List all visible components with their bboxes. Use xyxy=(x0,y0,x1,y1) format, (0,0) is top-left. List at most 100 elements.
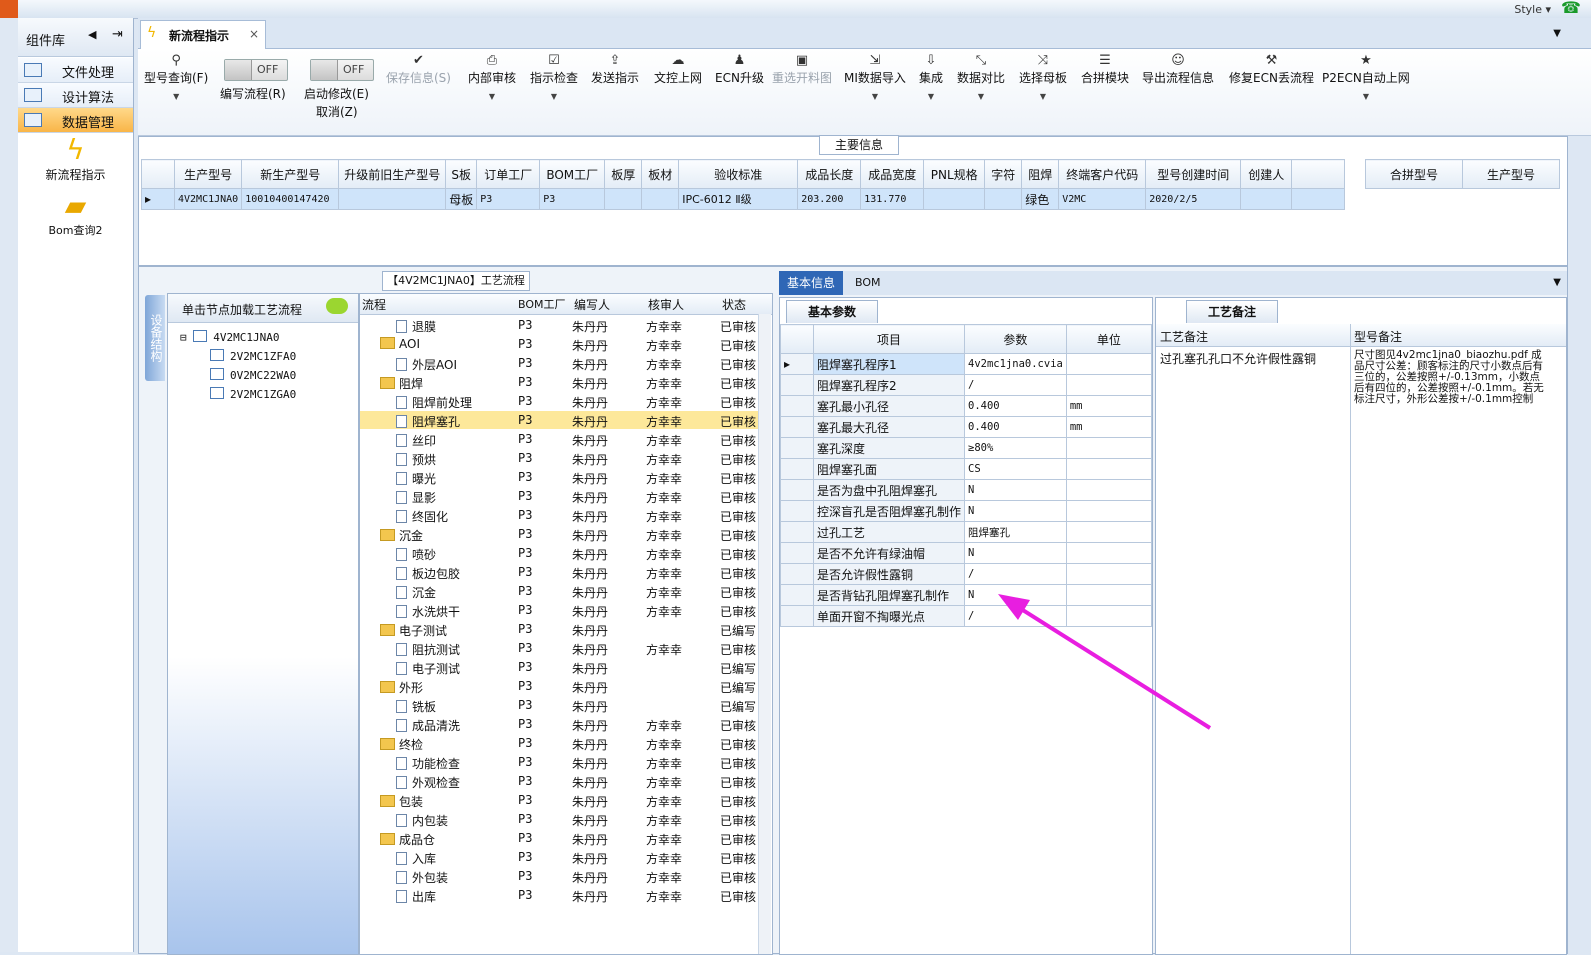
param-row[interactable]: 单面开窗不掏曝光点 / xyxy=(780,605,1152,627)
tree-node-child[interactable]: 2V2MC1ZGA0 xyxy=(210,387,296,401)
flow-row[interactable]: 阻抗测试 P3 朱丹丹 方幸幸 已审核 xyxy=(360,639,760,657)
flow-scrollbar[interactable] xyxy=(758,314,771,954)
col-header[interactable]: 单位 xyxy=(1065,324,1152,354)
cell[interactable] xyxy=(641,188,680,210)
flow-row[interactable]: 入库 P3 朱丹丹 方幸幸 已审核 xyxy=(360,848,760,866)
param-row[interactable]: 阻焊塞孔程序2/ xyxy=(780,374,1152,396)
mi-import-button[interactable]: ⇲ MI数据导入 ▼ xyxy=(844,53,906,101)
cell[interactable]: 4V2MC1JNA0 xyxy=(173,188,243,210)
flow-row[interactable]: 丝印 P3 朱丹丹 方幸幸 已审核 xyxy=(360,430,760,448)
cell[interactable] xyxy=(1240,188,1293,210)
flow-row[interactable]: 成品仓 P3 朱丹丹 方幸幸 已审核 xyxy=(360,829,760,847)
col-header[interactable]: 成品宽度 xyxy=(860,159,925,189)
param-value-cell[interactable]: N xyxy=(964,479,1067,501)
cell[interactable]: P3 xyxy=(539,188,606,210)
comp-item-data[interactable]: 数据管理 xyxy=(18,108,133,133)
col-header[interactable]: 合拼型号 xyxy=(1365,159,1463,189)
table-row[interactable]: ▸ 4V2MC1JNA0 10010400147420 母板 P3 P3 IPC… xyxy=(141,188,1346,210)
param-row[interactable]: 是否不允许有绿油帽 N xyxy=(780,542,1152,564)
cell[interactable] xyxy=(923,188,986,210)
tree-node-root[interactable]: ⊟ 4V2MC1JNA0 xyxy=(180,330,279,344)
flow-row[interactable]: 外层AOI P3 朱丹丹 方幸幸 已审核 xyxy=(360,354,760,372)
param-value-cell[interactable]: / xyxy=(964,563,1067,585)
fix-ecn-button[interactable]: ⚒ 修复ECN丢流程 xyxy=(1229,53,1314,86)
param-value-cell[interactable]: 4v2mc1jna0.cvia xyxy=(964,353,1067,375)
col-header[interactable]: 生产型号 xyxy=(1462,159,1560,189)
flow-row[interactable]: 外包装 P3 朱丹丹 方幸幸 已审核 xyxy=(360,867,760,885)
process-remark-text[interactable]: 过孔塞孔孔口不允许假性露铜 xyxy=(1160,350,1338,367)
save-info-button[interactable]: ✔ 保存信息(S) xyxy=(386,53,451,86)
send-instruction-button[interactable]: ⇪ 发送指示 xyxy=(591,53,639,86)
flow-row[interactable]: 沉金 P3 朱丹丹 方幸幸 已审核 xyxy=(360,582,760,600)
comp-item-algorithm[interactable]: 设计算法 xyxy=(18,83,133,108)
flow-row[interactable]: 退膜 P3 朱丹丹 方幸幸 已审核 xyxy=(360,316,760,334)
select-drawing-button[interactable]: ▣ 重选开料图 xyxy=(772,53,832,86)
param-row[interactable]: 塞孔深度 ≥80% xyxy=(780,437,1152,459)
col-header[interactable]: S板 xyxy=(445,159,478,189)
cell[interactable] xyxy=(338,188,447,210)
flow-row[interactable]: 外形 P3 朱丹丹 已编写 xyxy=(360,677,760,695)
cell[interactable]: 203.200 xyxy=(797,188,862,210)
col-header[interactable]: 升级前旧生产型号 xyxy=(338,159,447,189)
flow-row[interactable]: 阻焊塞孔 P3 朱丹丹 方幸幸 已审核 xyxy=(360,411,760,429)
param-row[interactable]: 塞孔最大孔径 0.400 mm xyxy=(780,416,1152,438)
flow-row[interactable]: AOI P3 朱丹丹 方幸幸 已审核 xyxy=(360,335,760,353)
param-value-cell[interactable]: N xyxy=(964,584,1067,606)
flow-row[interactable]: 功能检查 P3 朱丹丹 方幸幸 已审核 xyxy=(360,753,760,771)
export-flow-button[interactable]: ☺ 导出流程信息 xyxy=(1142,53,1214,86)
doc-upload-button[interactable]: ☁ 文控上网 xyxy=(654,53,702,86)
param-value-cell[interactable]: / xyxy=(964,605,1067,627)
cell[interactable] xyxy=(604,188,643,210)
col-header[interactable]: 验收标准 xyxy=(678,159,799,189)
tab-bom[interactable]: BOM xyxy=(855,276,881,289)
cancel-button[interactable]: 取消(Z) xyxy=(316,103,358,120)
flow-row[interactable]: 板边包胶 P3 朱丹丹 方幸幸 已审核 xyxy=(360,563,760,581)
ecn-upgrade-button[interactable]: ♟ ECN升级 xyxy=(715,53,764,86)
tab-basic-info[interactable]: 基本信息 xyxy=(779,271,843,295)
param-value-cell[interactable]: / xyxy=(964,374,1067,396)
data-compare-button[interactable]: ⤡ 数据对比 ▼ xyxy=(957,53,1005,101)
col-header[interactable]: 项目 xyxy=(812,324,966,354)
col-header[interactable]: 阻焊 xyxy=(1021,159,1060,189)
col-header[interactable]: 流程 xyxy=(362,296,386,313)
flow-row[interactable]: 铣板 P3 朱丹丹 已编写 xyxy=(360,696,760,714)
cell[interactable]: V2MC xyxy=(1058,188,1147,210)
col-header[interactable]: 创建人 xyxy=(1240,159,1293,189)
flow-row[interactable]: 阻焊前处理 P3 朱丹丹 方幸幸 已审核 xyxy=(360,392,760,410)
flow-row[interactable]: 终固化 P3 朱丹丹 方幸幸 已审核 xyxy=(360,506,760,524)
col-header[interactable]: 订单工厂 xyxy=(476,159,541,189)
param-value-cell[interactable]: N xyxy=(964,542,1067,564)
col-header[interactable]: 型号创建时间 xyxy=(1145,159,1242,189)
tree-node-child[interactable]: 2V2MC1ZFA0 xyxy=(210,349,296,363)
col-header[interactable]: 新生产型号 xyxy=(241,159,340,189)
cell[interactable]: P3 xyxy=(476,188,541,210)
tree-node-child[interactable]: 0V2MC22WA0 xyxy=(210,368,296,382)
comp-item-file[interactable]: 文件处理 xyxy=(18,58,133,83)
flow-row[interactable]: 电子测试 P3 朱丹丹 已编写 xyxy=(360,658,760,676)
collapse-toggle-icon[interactable]: ⊟ xyxy=(180,331,187,344)
col-header[interactable]: 参数 xyxy=(964,324,1067,354)
col-header[interactable]: 终端客户代码 xyxy=(1058,159,1147,189)
col-header[interactable]: PNL规格 xyxy=(923,159,986,189)
integrate-button[interactable]: ⇩ 集成 ▼ xyxy=(919,53,943,101)
col-header[interactable]: 编写人 xyxy=(574,296,610,313)
col-header[interactable]: 板厚 xyxy=(604,159,643,189)
auto-modify-toggle[interactable]: OFF xyxy=(310,59,374,81)
flow-row[interactable]: 包装 P3 朱丹丹 方幸幸 已审核 xyxy=(360,791,760,809)
tab-basic-params[interactable]: 基本参数 xyxy=(786,300,878,323)
chevron-down-icon[interactable]: ▼ xyxy=(1553,28,1561,39)
p2ecn-button[interactable]: ★ P2ECN自动上网 ▼ xyxy=(1322,53,1410,101)
merge-module-button[interactable]: ☰ 合拼模块 xyxy=(1081,53,1129,86)
model-remark-text[interactable]: 尺寸图见4v2mc1jna0_biaozhu.pdf 成品尺寸公差：顾客标注的尺… xyxy=(1354,350,1546,405)
cell[interactable] xyxy=(984,188,1023,210)
flow-row[interactable]: 出库 P3 朱丹丹 方幸幸 已审核 xyxy=(360,886,760,904)
style-dropdown[interactable]: Style ▾ xyxy=(1514,3,1551,16)
param-value-cell[interactable]: 0.400 xyxy=(964,395,1067,417)
flow-row[interactable]: 外观检查 P3 朱丹丹 方幸幸 已审核 xyxy=(360,772,760,790)
param-row[interactable]: 控深盲孔是否阻焊塞孔制作 N xyxy=(780,500,1152,522)
flow-row[interactable]: 水洗烘干 P3 朱丹丹 方幸幸 已审核 xyxy=(360,601,760,619)
close-tab-icon[interactable]: × xyxy=(249,27,259,41)
param-row[interactable]: 是否允许假性露铜 / xyxy=(780,563,1152,585)
param-value-cell[interactable]: CS xyxy=(964,458,1067,480)
flow-row[interactable]: 喷砂 P3 朱丹丹 方幸幸 已审核 xyxy=(360,544,760,562)
